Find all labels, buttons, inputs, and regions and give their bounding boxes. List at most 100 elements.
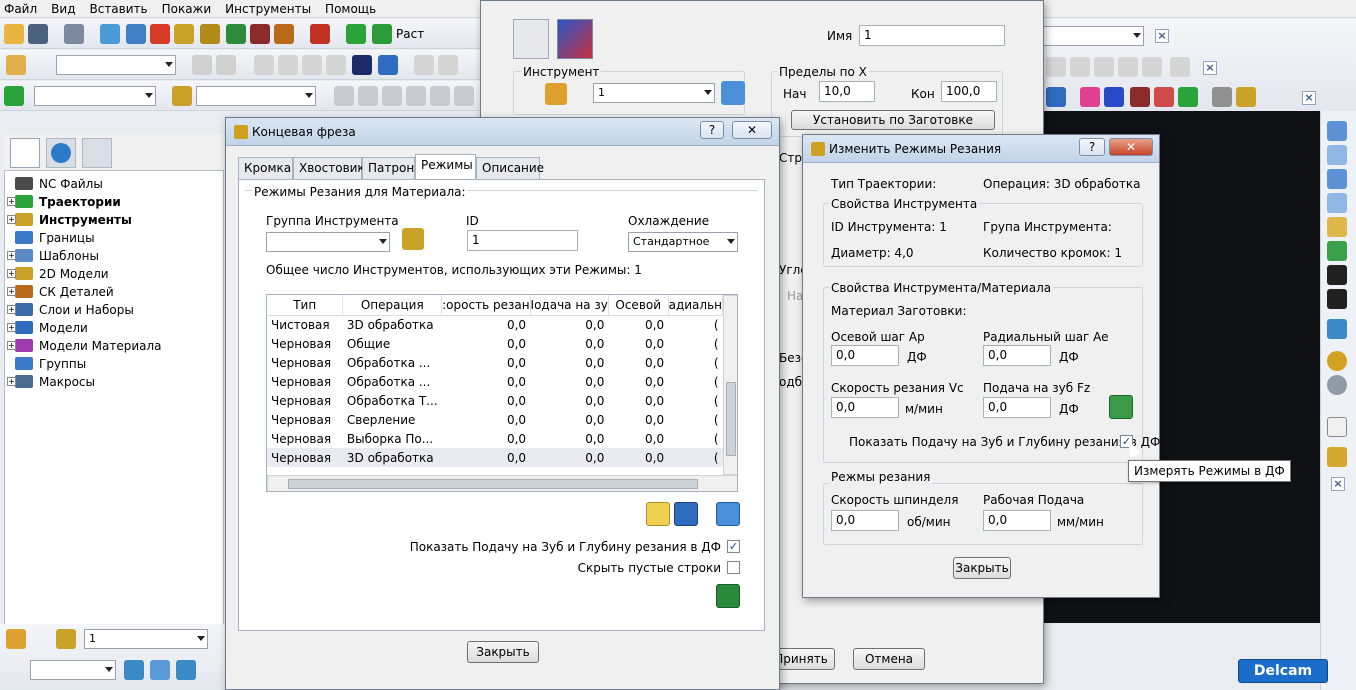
cancel-button[interactable]: Отмена	[853, 648, 925, 670]
view-iso-icon[interactable]	[1327, 121, 1347, 141]
cut-icon[interactable]	[1046, 87, 1066, 107]
fit-icon[interactable]	[1327, 289, 1347, 309]
cutting-close-button[interactable]: Закрыть	[953, 557, 1011, 579]
globe-icon[interactable]	[46, 138, 76, 168]
tab-2[interactable]: Патрон	[362, 157, 415, 179]
shade-bottom-icon-2[interactable]	[150, 660, 170, 680]
cutting-close-x-button[interactable]: ✕	[1109, 138, 1153, 156]
right-combo[interactable]	[1040, 26, 1144, 46]
column-header[interactable]: адиальн	[668, 295, 724, 316]
endmill-close-x-button[interactable]: ✕	[732, 121, 772, 139]
expand-icon[interactable]: +	[7, 341, 16, 350]
close-toolbar-icon-1[interactable]: ×	[1155, 29, 1169, 43]
column-header[interactable]: Операция	[342, 295, 443, 316]
shade-bottom-icon-3[interactable]	[176, 660, 196, 680]
tree-item-8[interactable]: + Модели	[7, 319, 88, 336]
view-front-icon[interactable]	[1327, 169, 1347, 189]
tool-bottom-icon[interactable]	[6, 629, 26, 649]
raster-pattern-icon[interactable]	[1104, 87, 1124, 107]
cutting-speed-input[interactable]: 0,0	[831, 397, 899, 418]
menu-item-3[interactable]: Покажи	[162, 2, 212, 16]
tree-item-6[interactable]: + СК Деталей	[7, 283, 114, 300]
lead-icon[interactable]	[1178, 87, 1198, 107]
menu-item-2[interactable]: Вставить	[89, 2, 147, 16]
tools-combo[interactable]	[196, 86, 316, 106]
tree-item-4[interactable]: + Шаблоны	[7, 247, 99, 264]
column-header[interactable]: Тип	[267, 295, 344, 316]
column-header[interactable]: Іодача на зу	[530, 295, 609, 316]
vertical-scrollbar[interactable]	[723, 295, 737, 475]
tree-item-3[interactable]: Границы	[15, 229, 95, 246]
tool-select-icon[interactable]	[6, 55, 26, 75]
tool-group-icon[interactable]	[402, 228, 424, 250]
tree-item-10[interactable]: Группы	[15, 355, 86, 372]
expand-icon[interactable]: +	[7, 305, 16, 314]
menu-item-1[interactable]: Вид	[51, 2, 75, 16]
end-input[interactable]: 100,0	[941, 81, 997, 102]
wireframe-icon[interactable]	[1327, 375, 1347, 395]
axial-step-input[interactable]: 0,0	[831, 345, 899, 366]
fast-forward-icon[interactable]	[454, 86, 474, 106]
fast-back-icon[interactable]	[430, 86, 450, 106]
radial-step-input[interactable]: 0,0	[983, 345, 1051, 366]
pause-icon[interactable]	[358, 86, 378, 106]
start-input[interactable]: 10,0	[819, 81, 875, 102]
close-toolbar-icon-3[interactable]: ×	[1302, 91, 1316, 105]
horizontal-scrollbar[interactable]	[267, 475, 737, 491]
tree-item-1[interactable]: + Траектории	[7, 193, 121, 210]
shaded-icon[interactable]	[1327, 319, 1347, 339]
vertical-scroll-thumb[interactable]	[726, 382, 736, 456]
simulation-icon[interactable]	[310, 24, 330, 44]
view-top-icon[interactable]	[1327, 145, 1347, 165]
sphere-icon[interactable]	[1327, 351, 1347, 371]
boundary-icon[interactable]	[126, 24, 146, 44]
tree-item-7[interactable]: + Слои и Наборы	[7, 301, 134, 318]
expand-icon[interactable]: +	[7, 215, 16, 224]
feed-icon[interactable]	[1212, 87, 1232, 107]
column-header[interactable]: :орость резан	[441, 295, 531, 316]
play-icon[interactable]	[334, 86, 354, 106]
edit-tool-icon[interactable]	[721, 81, 745, 105]
feeds-speeds-icon[interactable]	[200, 24, 220, 44]
id-input[interactable]: 1	[467, 230, 578, 251]
tools-select-icon[interactable]	[172, 86, 192, 106]
table-row[interactable]: Черновая 3D обработка 0,0 0,0 0,0 (	[267, 448, 723, 467]
tool-group-select[interactable]	[266, 232, 390, 252]
close-toolbar-icon-2[interactable]: ×	[1203, 61, 1217, 75]
calculator-icon[interactable]	[716, 584, 740, 608]
tree-item-2[interactable]: + Инструменты	[7, 211, 132, 228]
tool-axis-icon[interactable]	[1154, 87, 1174, 107]
leads-icon[interactable]	[226, 24, 246, 44]
table-row[interactable]: Черновая Обработка ... 0,0 0,0 0,0 (	[267, 372, 723, 391]
hide-empty-checkbox[interactable]	[727, 561, 740, 574]
toolpath-select-icon[interactable]	[4, 86, 24, 106]
tab-4[interactable]: Описание	[476, 157, 544, 179]
menu-item-0[interactable]: Файл	[4, 2, 37, 16]
menu-item-5[interactable]: Помощь	[325, 2, 376, 16]
endmill-help-button[interactable]: ?	[700, 121, 724, 139]
tab-0[interactable]: Кромка	[238, 157, 293, 179]
table-row[interactable]: Чистовая 3D обработка 0,0 0,0 0,0 (	[267, 315, 723, 334]
recycle-tool-icon[interactable]	[513, 19, 549, 59]
shade-bottom-icon-1[interactable]	[124, 660, 144, 680]
name-input[interactable]: 1	[859, 25, 1005, 46]
pencil-icon[interactable]	[378, 55, 398, 75]
tab-3[interactable]: Режимы	[415, 154, 476, 180]
tool-icon[interactable]	[150, 24, 170, 44]
raster-strategy-icon[interactable]	[557, 19, 593, 59]
tree-item-9[interactable]: + Модели Материала	[7, 337, 162, 354]
view-side-icon[interactable]	[1327, 193, 1347, 213]
bottom-tool-combo[interactable]: 1	[84, 629, 208, 649]
eraser-icon[interactable]	[646, 502, 670, 526]
edit-profile-icon[interactable]	[352, 55, 372, 75]
save-icon[interactable]	[28, 24, 48, 44]
spindle-speed-input[interactable]: 0,0	[831, 510, 899, 531]
table-row[interactable]: Черновая Выборка По... 0,0 0,0 0,0 (	[267, 429, 723, 448]
horizontal-scroll-thumb[interactable]	[288, 479, 698, 489]
tree-item-0[interactable]: NC Файлы	[15, 175, 103, 192]
coolant-select[interactable]: Стандартное	[628, 232, 738, 252]
expand-icon[interactable]: +	[7, 251, 16, 260]
points-icon[interactable]	[1130, 87, 1150, 107]
tool-type-icon[interactable]	[545, 83, 567, 105]
expand-icon[interactable]: +	[7, 197, 16, 206]
